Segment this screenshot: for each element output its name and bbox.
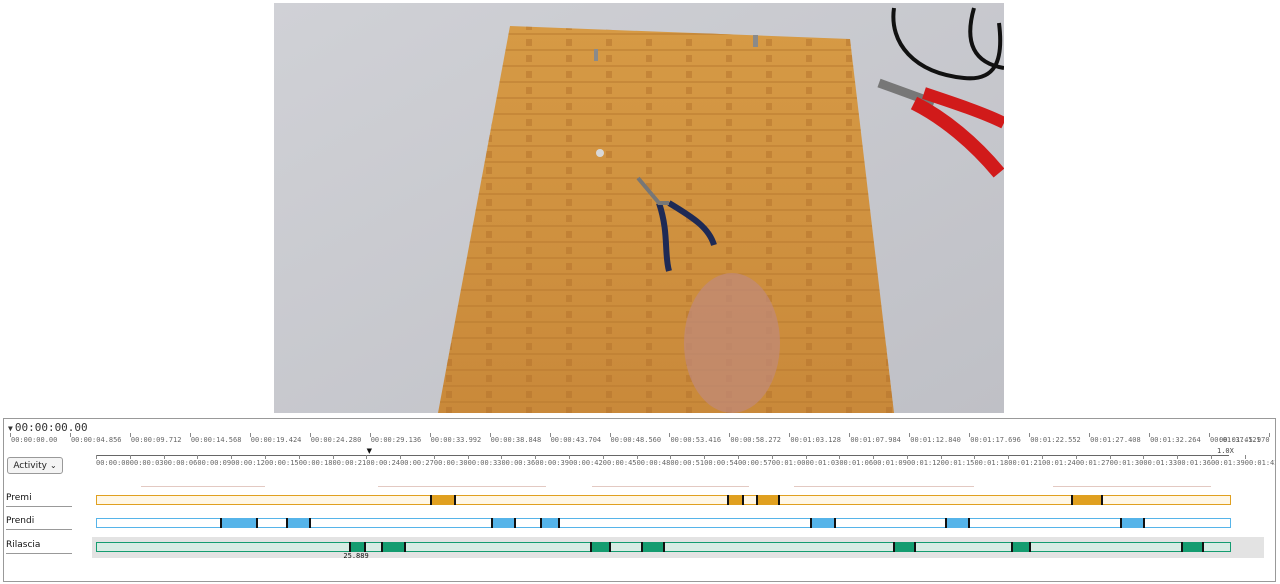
top-ruler-label: 00:01:27.408 (1090, 436, 1141, 444)
top-ruler-label: 00:00:53.416 (670, 436, 722, 444)
bottom-ruler-label: 00:01:12 (906, 459, 941, 467)
top-ruler-label: 00:00:04.856 (70, 436, 122, 444)
activity-segment[interactable] (590, 542, 611, 552)
activity-segment[interactable] (945, 518, 970, 528)
annotation-timeline-panel: ▼ 00:00:00.00 00:00:00.00 00:00:04.856 00:0… (3, 418, 1276, 582)
caret-down-icon: ▼ (8, 424, 13, 433)
track-label-premi: Premi (6, 493, 72, 507)
bottom-ruler-label: 00:01:18 (974, 459, 1009, 467)
minimap-segment (591, 486, 750, 487)
activity-segment[interactable] (286, 518, 312, 528)
bottom-ruler-label: 00:00:54 (704, 459, 738, 467)
top-ruler-label: 00:00:58.272 (730, 436, 781, 444)
selection-duration-label: 25.889 (343, 552, 369, 560)
top-ruler-label: 00:00:38.848 (490, 436, 542, 444)
top-ruler-label: 00:01:17.696 (970, 436, 1021, 444)
bottom-ruler-label: 00:00:51 (670, 459, 705, 467)
top-ruler-label: 00:01:07.984 (850, 436, 901, 444)
top-ruler-label: 00:00:19.424 (250, 436, 302, 444)
activity-segment[interactable] (641, 542, 665, 552)
bottom-ruler-axis (96, 455, 1229, 456)
activity-segment[interactable] (219, 518, 259, 528)
top-ruler-label: 00:00:29.136 (370, 436, 422, 444)
top-ruler-label: 00:00:09.712 (130, 436, 182, 444)
top-ruler-label: 00:00:00.00 (11, 436, 58, 444)
timeline-ruler-bottom[interactable]: 00:00:00 00:00:03 00:00:06 00:00:09 00:00:12… (4, 455, 1276, 471)
zoom-level-label: 1.0X (1217, 447, 1234, 455)
bottom-ruler-label: 00:00:18 (298, 459, 333, 467)
track-label-rilascia: Rilascia (6, 540, 72, 554)
bottom-ruler-label: 00:01:15 (940, 459, 975, 467)
track-bar-rilascia[interactable] (96, 542, 1231, 552)
bottom-ruler-label: 00:01:39 (1210, 459, 1245, 467)
activity-segment[interactable] (1180, 542, 1205, 552)
activity-segment[interactable] (1071, 495, 1103, 505)
activity-segment[interactable] (1010, 542, 1031, 552)
bottom-ruler-label: 00:01:00 (771, 459, 806, 467)
minimap-segment (1053, 486, 1211, 487)
video-scene-image (274, 3, 1004, 413)
bottom-ruler-label: 00:01:33 (1143, 459, 1178, 467)
activity-segment[interactable] (755, 495, 780, 505)
top-ruler-label: 00:00:48.560 (610, 436, 662, 444)
track-bar-prendi[interactable] (96, 518, 1231, 528)
top-ruler-label: 00:00:43.704 (550, 436, 602, 444)
activity-segment[interactable] (539, 518, 560, 528)
bottom-ruler-label: 00:00:12 (231, 459, 265, 467)
activity-segment[interactable] (380, 542, 406, 552)
bottom-ruler-label: 00:01:06 (839, 459, 874, 467)
bottom-ruler-label: 00:01:30 (1109, 459, 1144, 467)
bottom-ruler-label: 00:00:03 (129, 459, 164, 467)
activity-segment[interactable] (491, 518, 517, 528)
bottom-ruler-label: 00:00:42 (569, 459, 603, 467)
activity-segment[interactable] (810, 518, 836, 528)
bottom-ruler-label: 00:00:39 (535, 459, 569, 467)
activity-segment[interactable] (893, 542, 916, 552)
top-ruler-label: 00:00:33.992 (430, 436, 482, 444)
bottom-ruler-label: 00:01:36 (1177, 459, 1211, 467)
bottom-ruler-label: 00:01:09 (873, 459, 907, 467)
top-ruler-label: 00:01:03.128 (790, 436, 841, 444)
bottom-ruler-label: 00:01:03 (805, 459, 840, 467)
bottom-ruler-label: 00:00:33 (467, 459, 502, 467)
video-frame[interactable] (274, 3, 1004, 413)
activity-segment[interactable] (726, 495, 744, 505)
activity-segment[interactable] (430, 495, 457, 505)
bottom-ruler-label: 00:00:21 (332, 459, 367, 467)
bottom-ruler-label: 00:00:45 (602, 459, 637, 467)
top-ruler-label: 00:00:24.280 (310, 436, 362, 444)
bottom-ruler-label: 00:01:42 (1244, 459, 1276, 467)
bottom-ruler-label: 00:00:24 (366, 459, 401, 467)
bottom-ruler-label: 00:01:24 (1042, 459, 1076, 467)
track-bar-premi[interactable] (96, 495, 1231, 505)
minimap-segment (794, 486, 975, 487)
timeline-ruler-top[interactable]: 00:00:00.00 00:00:04.856 00:00:09.712 00:00… (4, 433, 1275, 447)
top-ruler-label: 00:01:12.840 (910, 436, 961, 444)
top-ruler-label: 00:01:22.552 (1030, 436, 1081, 444)
bottom-ruler-label: 00:00:30 (433, 459, 468, 467)
top-ruler-label: 00:00:14.568 (190, 436, 242, 444)
activity-segment[interactable] (1119, 518, 1145, 528)
bottom-ruler-label: 00:00:15 (264, 459, 299, 467)
playhead-marker[interactable]: ▼ (367, 447, 372, 455)
minimap-segment (377, 486, 547, 487)
track-label-prendi: Prendi (6, 516, 72, 530)
minimap-segment (141, 486, 265, 487)
bottom-ruler-label: 00:00:57 (737, 459, 772, 467)
bottom-ruler-label: 00:00:06 (163, 459, 198, 467)
top-ruler-label: 00:01:45.970 (1219, 436, 1270, 444)
top-ruler-label: 00:01:32.264 (1150, 436, 1201, 444)
bottom-ruler-label: 00:00:27 (400, 459, 434, 467)
activity-segment[interactable] (349, 542, 367, 552)
bottom-ruler-label: 00:01:27 (1075, 459, 1110, 467)
bottom-ruler-label: 00:01:21 (1008, 459, 1042, 467)
bottom-ruler-label: 00:00:09 (197, 459, 232, 467)
bottom-ruler-label: 00:00:36 (501, 459, 536, 467)
bottom-ruler-label: 00:00:48 (636, 459, 671, 467)
bottom-ruler-label: 00:00:00 (96, 459, 130, 467)
